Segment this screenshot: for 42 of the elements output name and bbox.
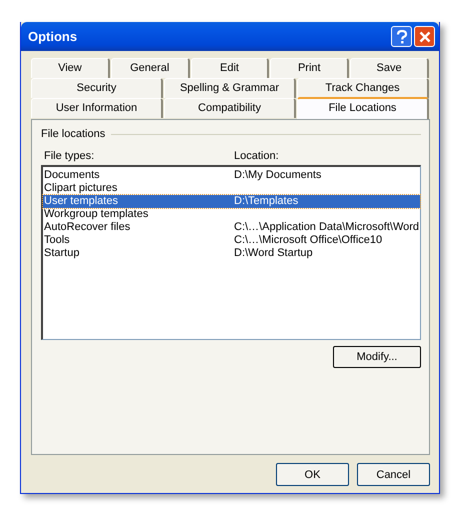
file-type: User templates — [44, 195, 119, 208]
tab[interactable]: Compatibility — [164, 98, 296, 118]
tab[interactable]: Save — [350, 58, 429, 78]
column-header: Location: — [234, 150, 279, 162]
file-location: D:\Templates — [234, 195, 298, 208]
file-type: Documents — [44, 169, 101, 182]
file-location: C:\…\Application Data\Microsoft\Word — [234, 221, 420, 234]
list-row[interactable]: Startup D:\Word Startup — [43, 247, 420, 260]
window-title: Options — [28, 29, 78, 44]
tab[interactable]: File Locations — [297, 97, 429, 119]
modify-button[interactable]: Modify... — [333, 346, 421, 368]
tab[interactable]: Spelling & Grammar — [164, 78, 296, 98]
list-row[interactable]: User templates D:\Templates — [43, 195, 420, 208]
close-button[interactable] — [414, 26, 435, 47]
list-row[interactable]: AutoRecover files C:\…\Application Data\Microsoft\Word — [43, 221, 420, 234]
file-location: D:\My Documents — [234, 169, 322, 182]
file-type: Clipart pictures — [44, 182, 118, 195]
file-location: C:\…\Microsoft Office\Office10 — [234, 234, 382, 247]
column-header: File types: — [44, 150, 96, 162]
group-title: File locations — [41, 128, 106, 140]
tab[interactable]: Edit — [190, 58, 270, 78]
dialog-button[interactable]: OK — [276, 463, 349, 486]
tab[interactable]: Track Changes — [297, 78, 429, 98]
close-icon — [418, 30, 430, 42]
help-button[interactable] — [391, 26, 412, 47]
file-type: Tools — [44, 234, 71, 247]
tab[interactable]: View — [31, 58, 110, 78]
help-icon — [396, 30, 408, 44]
list-row[interactable]: Documents D:\My Documents — [43, 169, 420, 182]
tab[interactable]: Security — [31, 78, 163, 98]
file-type: Startup — [44, 247, 80, 260]
file-location: D:\Word Startup — [234, 247, 313, 260]
list-row[interactable]: Clipart pictures — [43, 182, 420, 195]
list-row[interactable]: Tools C:\…\Microsoft Office\Office10 — [43, 234, 420, 247]
list-row[interactable]: Workgroup templates — [43, 208, 420, 221]
file-type: AutoRecover files — [44, 221, 132, 234]
tab[interactable]: Print — [270, 58, 350, 78]
file-type: Workgroup templates — [44, 208, 150, 221]
file-locations-list[interactable] — [41, 165, 421, 340]
tab[interactable]: General — [110, 58, 190, 78]
tab[interactable]: User Information — [31, 98, 163, 118]
dialog-button[interactable]: Cancel — [357, 463, 430, 486]
